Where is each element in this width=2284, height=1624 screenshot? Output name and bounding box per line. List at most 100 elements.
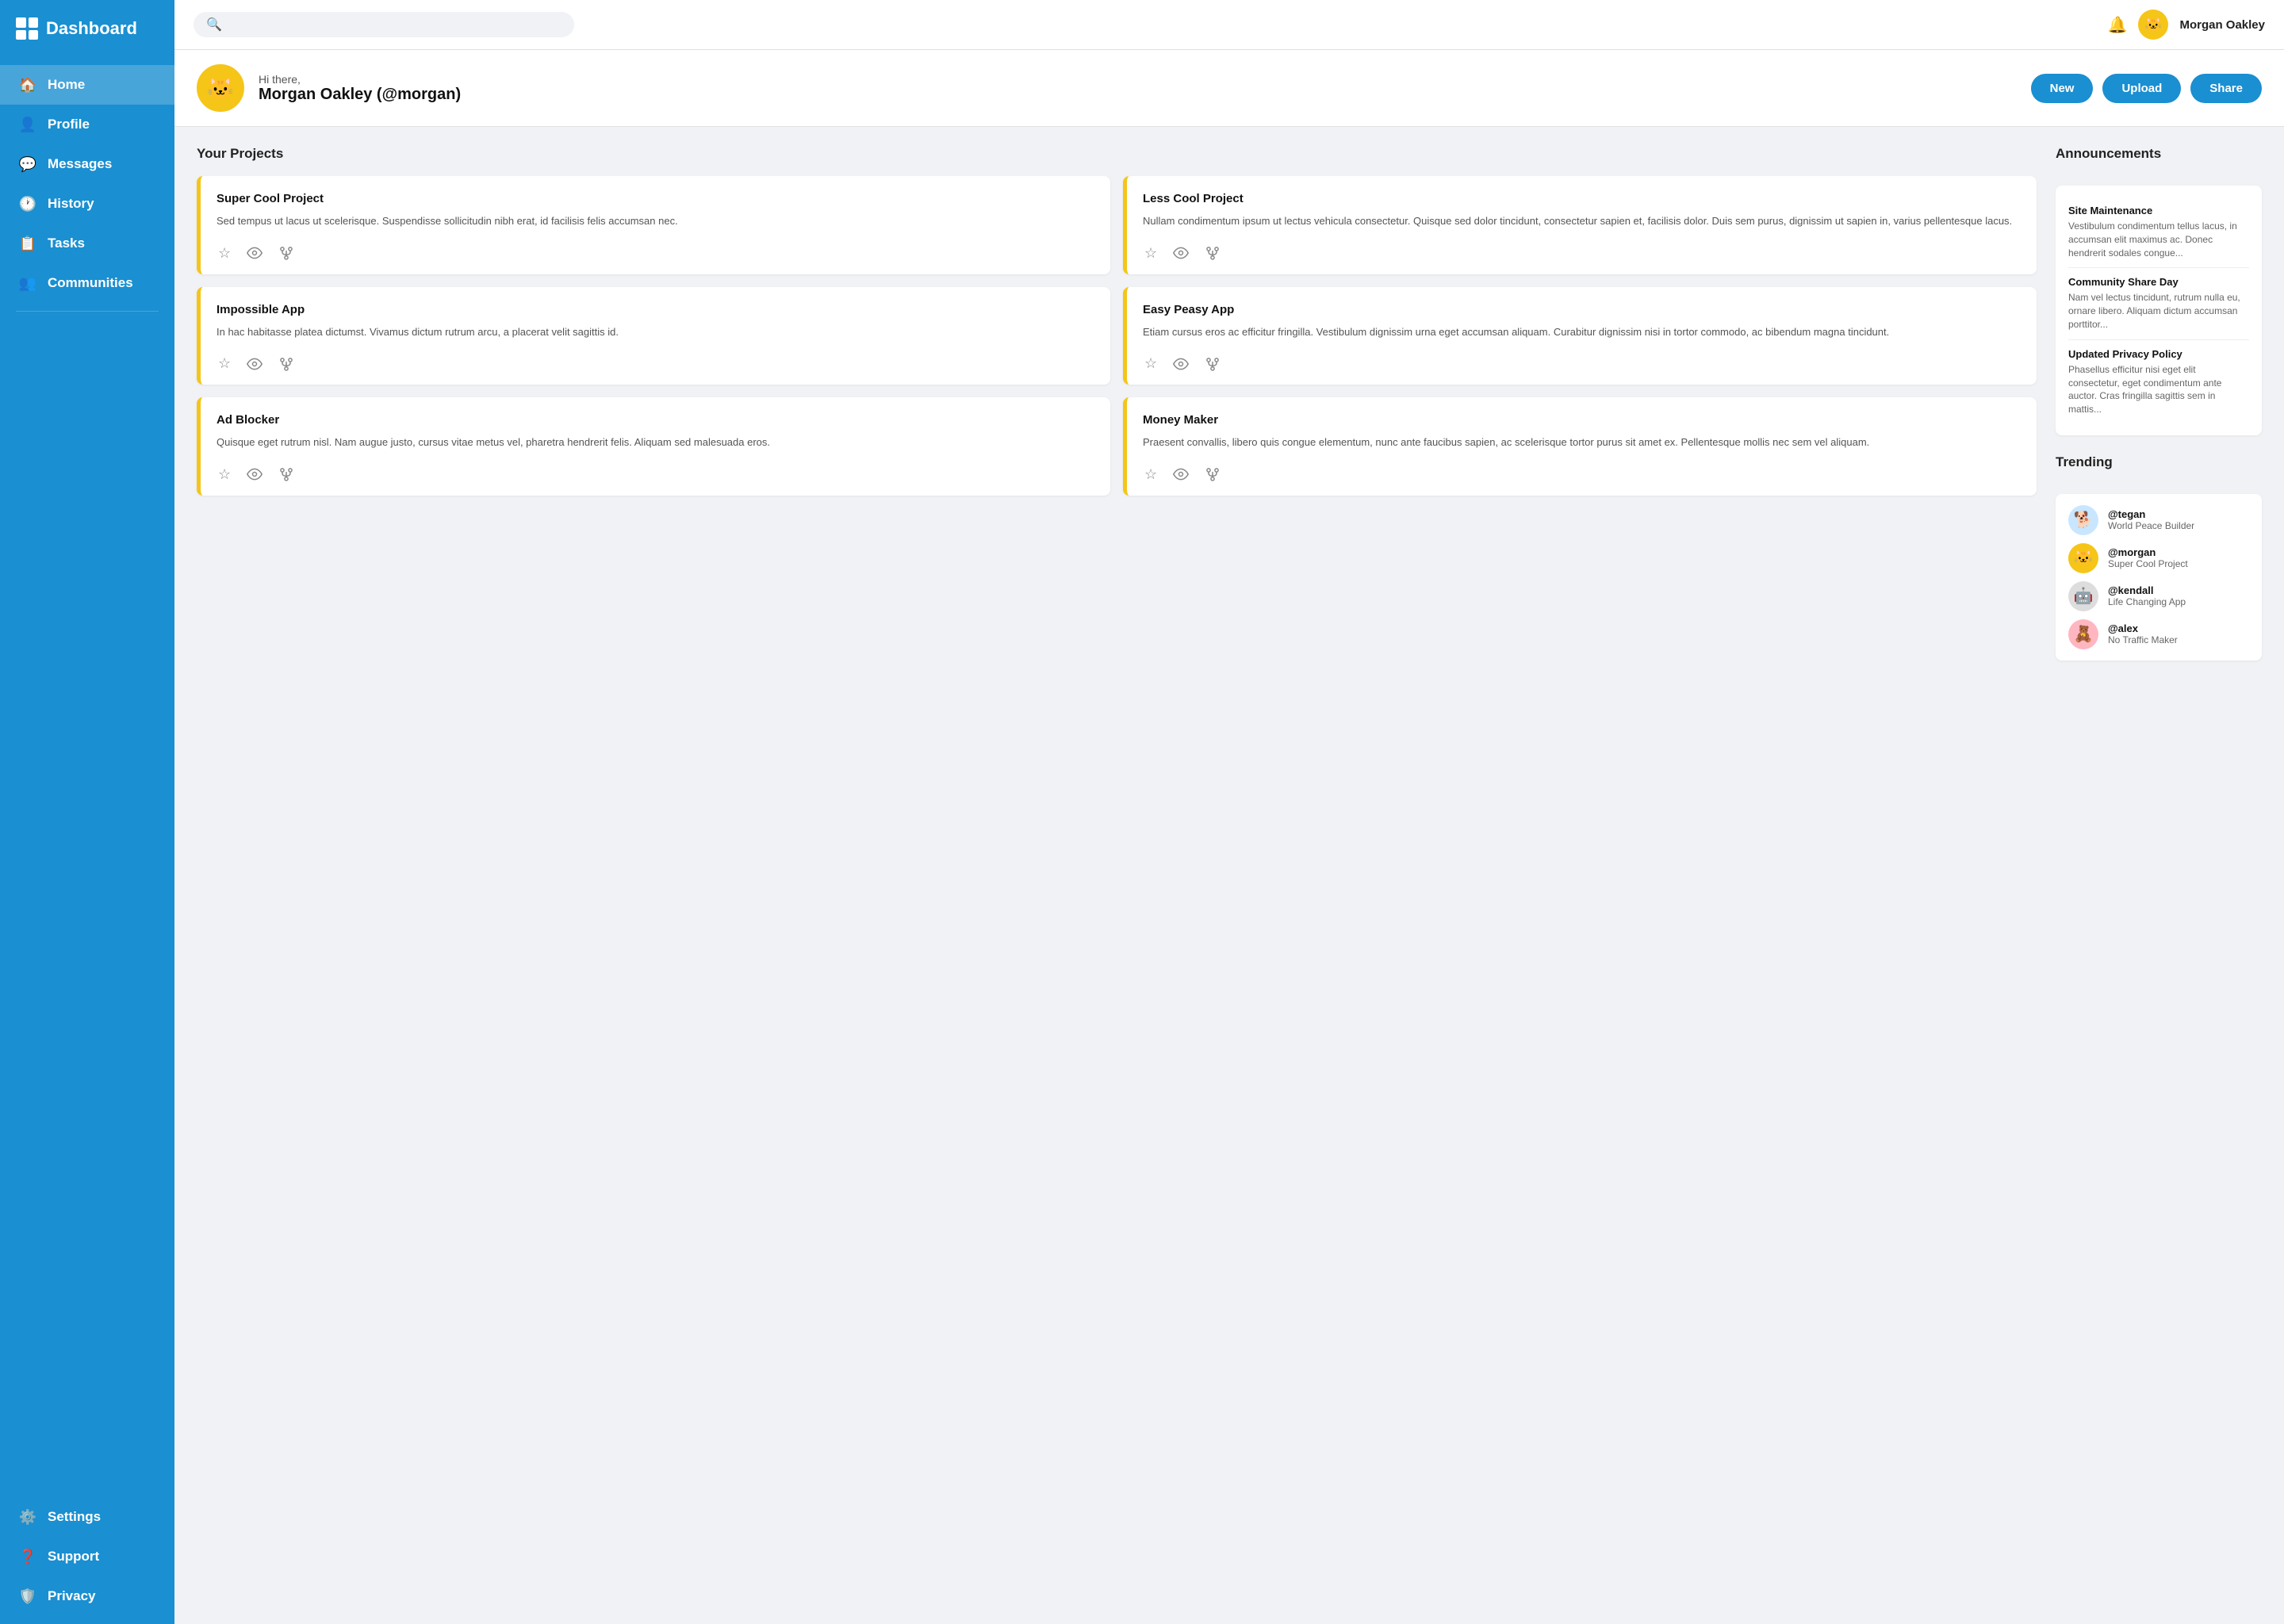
watch-button[interactable] [245,465,264,484]
sidebar-item-label: Communities [48,275,133,291]
project-title: Impossible App [217,303,1094,316]
welcome-text: Hi there, Morgan Oakley (@morgan) [259,73,461,104]
project-desc: Nullam condimentum ipsum ut lectus vehic… [1143,213,2021,229]
sidebar-item-settings[interactable]: ⚙️ Settings [0,1497,174,1537]
project-actions: ☆ [1143,354,2021,373]
trending-card: 🐕 @tegan World Peace Builder 🐱 @morgan S… [2056,494,2262,661]
settings-icon: ⚙️ [19,1508,36,1526]
welcome-greeting: Hi there, [259,73,461,86]
tasks-icon: 📋 [19,235,36,252]
sidebar-nav: 🏠Home 👤 Profile 💬Messages🕐History 📋 Tasks 👥Com… [0,57,174,1624]
star-button[interactable]: ☆ [1143,243,1159,263]
search-wrap[interactable]: 🔍 [194,12,574,37]
project-actions: ☆ [217,354,1094,373]
project-title: Less Cool Project [1143,192,2021,205]
project-card: Impossible App In hac habitasse platea d… [197,287,1110,385]
trending-handle: @alex [2108,622,2178,634]
announcement-title: Updated Privacy Policy [2068,348,2249,360]
watch-button[interactable] [245,243,264,262]
fork-button[interactable] [1203,465,1222,484]
watch-button[interactable] [1171,465,1190,484]
fork-button[interactable] [277,465,296,484]
project-title: Money Maker [1143,413,2021,427]
sidebar-item-label: Settings [48,1509,101,1525]
fork-button[interactable] [1203,354,1222,373]
trending-info: @kendall Life Changing App [2108,584,2186,607]
sidebar-item-profile[interactable]: 👤 Profile [0,105,174,144]
sidebar-item-history[interactable]: 🕐History [0,184,174,224]
watch-button[interactable] [1171,354,1190,373]
project-desc: Quisque eget rutrum nisl. Nam augue just… [217,435,1094,450]
sidebar-header: Dashboard [0,0,174,57]
star-button[interactable]: ☆ [217,354,232,373]
sidebar-item-label: Privacy [48,1588,96,1604]
fork-button[interactable] [1203,243,1222,262]
announcement-item: Site Maintenance Vestibulum condimentum … [2068,197,2249,268]
watch-button[interactable] [245,354,264,373]
project-actions: ☆ [217,243,1094,263]
upload-button[interactable]: Upload [2102,74,2181,103]
trending-avatar: 🧸 [2068,619,2098,649]
new-button[interactable]: New [2031,74,2094,103]
project-card: Ad Blocker Quisque eget rutrum nisl. Nam… [197,397,1110,496]
trending-avatar: 🐕 [2068,505,2098,535]
trending-avatar: 🤖 [2068,581,2098,611]
sidebar-item-tasks[interactable]: 📋 Tasks [0,224,174,263]
sidebar-item-communities[interactable]: 👥Communities [0,263,174,303]
trending-title: Trending [2056,454,2262,470]
sidebar-item-label: History [48,196,94,212]
sidebar-item-privacy[interactable]: 🛡️Privacy [0,1576,174,1616]
watch-button[interactable] [1171,243,1190,262]
search-icon: 🔍 [206,17,222,33]
welcome-username: Morgan Oakley (@morgan) [259,86,461,104]
trending-info: @tegan World Peace Builder [2108,508,2194,531]
sidebar-item-label: Home [48,77,85,93]
trending-item: 🧸 @alex No Traffic Maker [2068,619,2249,649]
sidebar-divider [16,311,159,312]
project-actions: ☆ [1143,465,2021,485]
project-actions: ☆ [1143,243,2021,263]
sidebar-title: Dashboard [46,18,137,39]
trending-project: Super Cool Project [2108,558,2188,569]
star-button[interactable]: ☆ [217,243,232,263]
announcement-text: Phasellus efficitur nisi eget elit conse… [2068,363,2249,416]
project-desc: Praesent convallis, libero quis congue e… [1143,435,2021,450]
project-desc: Sed tempus ut lacus ut scelerisque. Susp… [217,213,1094,229]
fork-button[interactable] [277,354,296,373]
sidebar-item-support[interactable]: ❓ Support [0,1537,174,1576]
sidebar-logo [16,17,38,40]
announcement-text: Vestibulum condimentum tellus lacus, in … [2068,220,2249,259]
trending-item: 🐕 @tegan World Peace Builder [2068,505,2249,535]
project-title: Super Cool Project [217,192,1094,205]
projects-title: Your Projects [197,146,2037,162]
star-button[interactable]: ☆ [217,465,232,485]
share-button[interactable]: Share [2190,74,2262,103]
content-area: Your Projects Super Cool Project Sed tem… [174,127,2284,1624]
sidebar-item-label: Profile [48,117,90,132]
support-icon: ❓ [19,1548,36,1565]
notifications-button[interactable]: 🔔 [2108,15,2128,35]
topbar-right: 🔔 🐱 Morgan Oakley [2108,10,2265,40]
profile-icon: 👤 [19,116,36,133]
trending-avatar: 🐱 [2068,543,2098,573]
star-button[interactable]: ☆ [1143,354,1159,373]
project-card: Easy Peasy App Etiam cursus eros ac effi… [1123,287,2037,385]
trending-project: Life Changing App [2108,596,2186,607]
welcome-bar: 🐱 Hi there, Morgan Oakley (@morgan) New … [174,50,2284,127]
trending-handle: @morgan [2108,546,2188,558]
sidebar-item-home[interactable]: 🏠Home [0,65,174,105]
trending-project: No Traffic Maker [2108,634,2178,645]
project-desc: In hac habitasse platea dictumst. Vivamu… [217,324,1094,340]
sidebar-item-label: Tasks [48,236,85,251]
announcements-title: Announcements [2056,146,2262,162]
sidebar-item-label: Support [48,1549,99,1565]
trending-section: Trending 🐕 @tegan World Peace Builder 🐱 … [2056,454,2262,661]
project-card: Money Maker Praesent convallis, libero q… [1123,397,2037,496]
fork-button[interactable] [277,243,296,262]
star-button[interactable]: ☆ [1143,465,1159,485]
search-input[interactable] [228,18,561,31]
announcement-item: Community Share Day Nam vel lectus tinci… [2068,268,2249,339]
project-desc: Etiam cursus eros ac efficitur fringilla… [1143,324,2021,340]
sidebar-item-messages[interactable]: 💬Messages [0,144,174,184]
project-card: Less Cool Project Nullam condimentum ips… [1123,176,2037,274]
